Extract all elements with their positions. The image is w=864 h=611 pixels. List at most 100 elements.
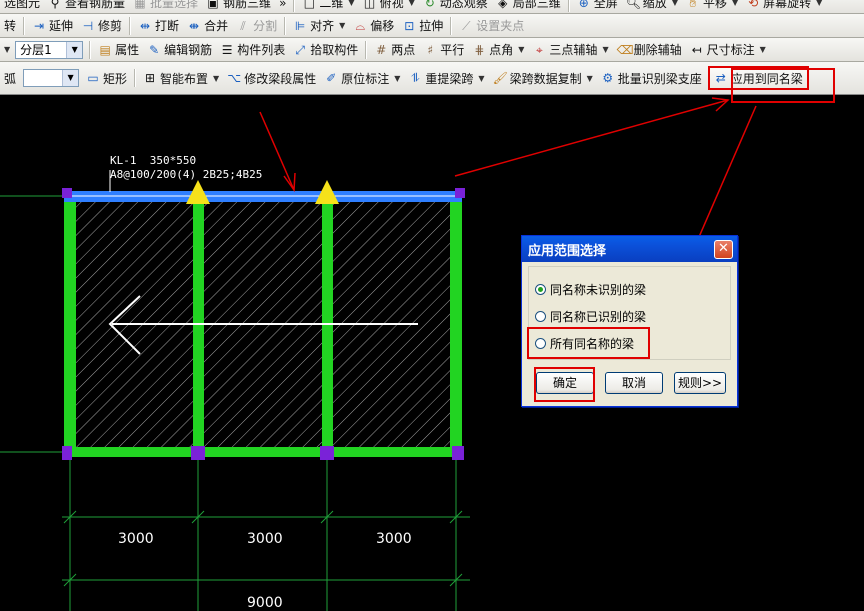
extend-icon: ⇥ — [33, 18, 45, 33]
split-icon: ⫽ — [240, 18, 246, 33]
highlight-apply-button — [731, 68, 835, 103]
batch-select-icon: ▦ — [134, 0, 146, 10]
pan-hand-icon: ✋︎ — [689, 0, 697, 10]
tool-properties[interactable]: ▤ 属性 — [94, 40, 143, 60]
parallel-icon: ♯ — [427, 42, 434, 57]
toolbar-view: 选图元 ⚲ 查看钢筋量 ▦ 批量选择 ▣ 钢筋三维 » □ 二维 ▼ ◫ 俯视 ▼ ↻ 动态观察… — [0, 0, 864, 14]
tool-select-element[interactable]: 选图元 — [0, 0, 44, 13]
tool-extend[interactable]: ⇥ 延伸 — [28, 16, 77, 36]
beam-rebar-label: A8@100/200(4) 2B25;4B25 — [110, 168, 263, 181]
tool-element-list[interactable]: ☰ 构件列表 — [216, 40, 289, 60]
tool-stretch[interactable]: ⊡ 拉伸 — [398, 16, 447, 36]
re-extract-span-icon: ⥮ — [411, 71, 420, 85]
list-icon: ☰ — [221, 42, 233, 57]
dialog-titlebar[interactable]: 应用范围选择 — [522, 236, 737, 262]
tool-offset[interactable]: ⌓ 偏移 — [349, 16, 398, 36]
top-view-icon: ◫ — [363, 0, 376, 10]
zoom-icon: 🔍︎ — [625, 0, 642, 10]
dim-label-1: 3000 — [118, 531, 154, 547]
tool-pan[interactable]: ✋︎ 平移 ▼ — [682, 0, 742, 13]
eraser-icon: ⌫ — [616, 42, 634, 57]
batch-identify-icon: ⚙︎ — [602, 71, 614, 85]
tool-modify-span-props[interactable]: ⌥ 修改梁段属性 — [223, 68, 320, 88]
point-angle-icon: ⋕ — [474, 42, 485, 57]
tool-edit-rebar[interactable]: ✎ 编辑钢筋 — [143, 40, 216, 60]
tool-smart-layout[interactable]: ⊞ 智能布置 ▼ — [139, 68, 223, 88]
dim-label-total: 9000 — [247, 595, 283, 611]
tool-pick-element[interactable]: ⤢ 拾取构件 — [289, 40, 362, 60]
beam-name-label: KL-1 350*550 — [110, 154, 197, 167]
tool-break[interactable]: ⇹ 打断 — [134, 16, 183, 36]
tool-rectangle[interactable]: ▭ 矩形 — [82, 68, 131, 88]
tool-arc[interactable]: 弧 — [0, 68, 20, 88]
radio-unidentified[interactable] — [535, 284, 546, 295]
two-points-icon: # — [376, 42, 387, 57]
smart-layout-icon: ⊞ — [145, 71, 156, 85]
chevron-down-icon: ▼ — [62, 70, 79, 86]
tool-copy-span-data[interactable]: 🖌︎ 梁跨数据复制 ▼ — [489, 68, 597, 88]
break-icon: ⇹ — [140, 18, 151, 33]
tool-merge[interactable]: ⇼ 合并 — [183, 16, 232, 36]
tool-align[interactable]: ⊫ 对齐 ▼ — [289, 16, 349, 36]
fullscreen-icon: ⊕ — [578, 0, 589, 10]
tool-re-extract-span[interactable]: ⥮ 重提梁跨 ▼ — [404, 68, 488, 88]
tool-local-3d[interactable]: ◈ 局部三维 — [492, 0, 565, 13]
floor-select[interactable]: 分层1 ▼ — [15, 40, 84, 59]
apply-same-name-icon: ⇄ — [715, 71, 726, 85]
pick-icon: ⤢ — [295, 42, 305, 57]
tool-dimension[interactable]: ↤ 尺寸标注 ▼ — [686, 40, 770, 60]
tool-split[interactable]: ⫽ 分割 — [232, 16, 281, 36]
option-identified-same-name[interactable]: 同名称已识别的梁 — [535, 308, 646, 325]
tool-two-points[interactable]: # 两点 — [370, 40, 419, 60]
properties-icon: ▤ — [99, 42, 111, 57]
tool-point-angle[interactable]: ⋕ 点角 ▼ — [468, 40, 528, 60]
toolbar-overflow-button[interactable]: » — [275, 0, 290, 13]
annotation-icon: ✐ — [326, 71, 337, 85]
tool-orbit[interactable]: ↻ 动态观察 — [419, 0, 492, 13]
align-icon: ⊫ — [294, 18, 306, 33]
offset-icon: ⌓ — [355, 18, 366, 33]
edit-rebar-icon: ✎ — [149, 42, 160, 57]
grip-icon: ⟋ — [462, 18, 471, 33]
tool-trim[interactable]: ⊣ 修剪 — [77, 16, 126, 36]
tool-batch-select[interactable]: ▦ 批量选择 — [129, 0, 202, 13]
tool-2d[interactable]: □ 二维 ▼ — [298, 0, 358, 13]
copy-brush-icon: 🖌︎ — [492, 71, 508, 85]
highlight-ok-button — [534, 367, 595, 402]
tool-rebar-3d[interactable]: ▣ 钢筋三维 — [202, 0, 275, 13]
close-icon[interactable]: ✕ — [714, 240, 733, 259]
trim-icon: ⊣ — [82, 18, 94, 33]
floor-dropdown-arrow[interactable]: ▼ — [0, 40, 12, 60]
rectangle-icon: ▭ — [87, 71, 99, 85]
tool-three-point-axis[interactable]: ⌖ 三点辅轴 ▼ — [528, 40, 612, 60]
2d-icon: □ — [303, 0, 316, 10]
radio-identified[interactable] — [535, 311, 546, 322]
tool-set-grip[interactable]: ⟋ 设置夹点 — [455, 16, 528, 36]
dim-label-2: 3000 — [247, 531, 283, 547]
rebar-3d-icon: ▣ — [207, 0, 219, 10]
dialog-title: 应用范围选择 — [528, 243, 607, 259]
tool-zoom[interactable]: 🔍︎ 缩放 ▼ — [622, 0, 682, 13]
rules-button[interactable]: 规则>> — [674, 372, 726, 394]
option-unidentified-same-name[interactable]: 同名称未识别的梁 — [535, 281, 646, 298]
cancel-button[interactable]: 取消 — [605, 372, 663, 394]
tool-parallel[interactable]: ♯ 平行 — [419, 40, 468, 60]
merge-icon: ⇼ — [189, 18, 200, 33]
tool-batch-identify-supports[interactable]: ⚙︎ 批量识别梁支座 — [597, 68, 706, 88]
tool-fullscreen[interactable]: ⊕ 全屏 — [573, 0, 622, 13]
draw-mode-select[interactable]: ▼ — [23, 69, 80, 87]
local-3d-icon: ◈ — [498, 0, 508, 10]
chevron-down-icon: ▼ — [66, 41, 83, 58]
stretch-icon: ⊡ — [404, 18, 415, 33]
dimension-icon: ↤ — [691, 42, 702, 57]
tool-in-situ-annotation[interactable]: ✐ 原位标注 ▼ — [320, 68, 404, 88]
dim-label-3: 3000 — [376, 531, 412, 547]
tool-delete-axis[interactable]: ⌫ 删除辅轴 — [613, 40, 686, 60]
toolbar-element: ▼ 分层1 ▼ ▤ 属性 ✎ 编辑钢筋 ☰ 构件列表 ⤢ 拾取构件 # 两点 ♯ 平行 ⋕ 点… — [0, 38, 864, 62]
orbit-icon: ↻ — [424, 0, 435, 10]
tool-rotate[interactable]: 转 — [0, 16, 20, 36]
tool-top-view[interactable]: ◫ 俯视 ▼ — [359, 0, 419, 13]
tool-rotate-screen[interactable]: ⟲ 屏幕旋转 ▼ — [742, 0, 826, 13]
toolbar-modify: 转 ⇥ 延伸 ⊣ 修剪 ⇹ 打断 ⇼ 合并 ⫽ 分割 ⊫ 对齐 ▼ ⌓ 偏移 ⊡ 拉伸 ⟋ 设置夹点 — [0, 14, 864, 38]
tool-view-rebar[interactable]: ⚲ 查看钢筋量 — [44, 0, 129, 13]
